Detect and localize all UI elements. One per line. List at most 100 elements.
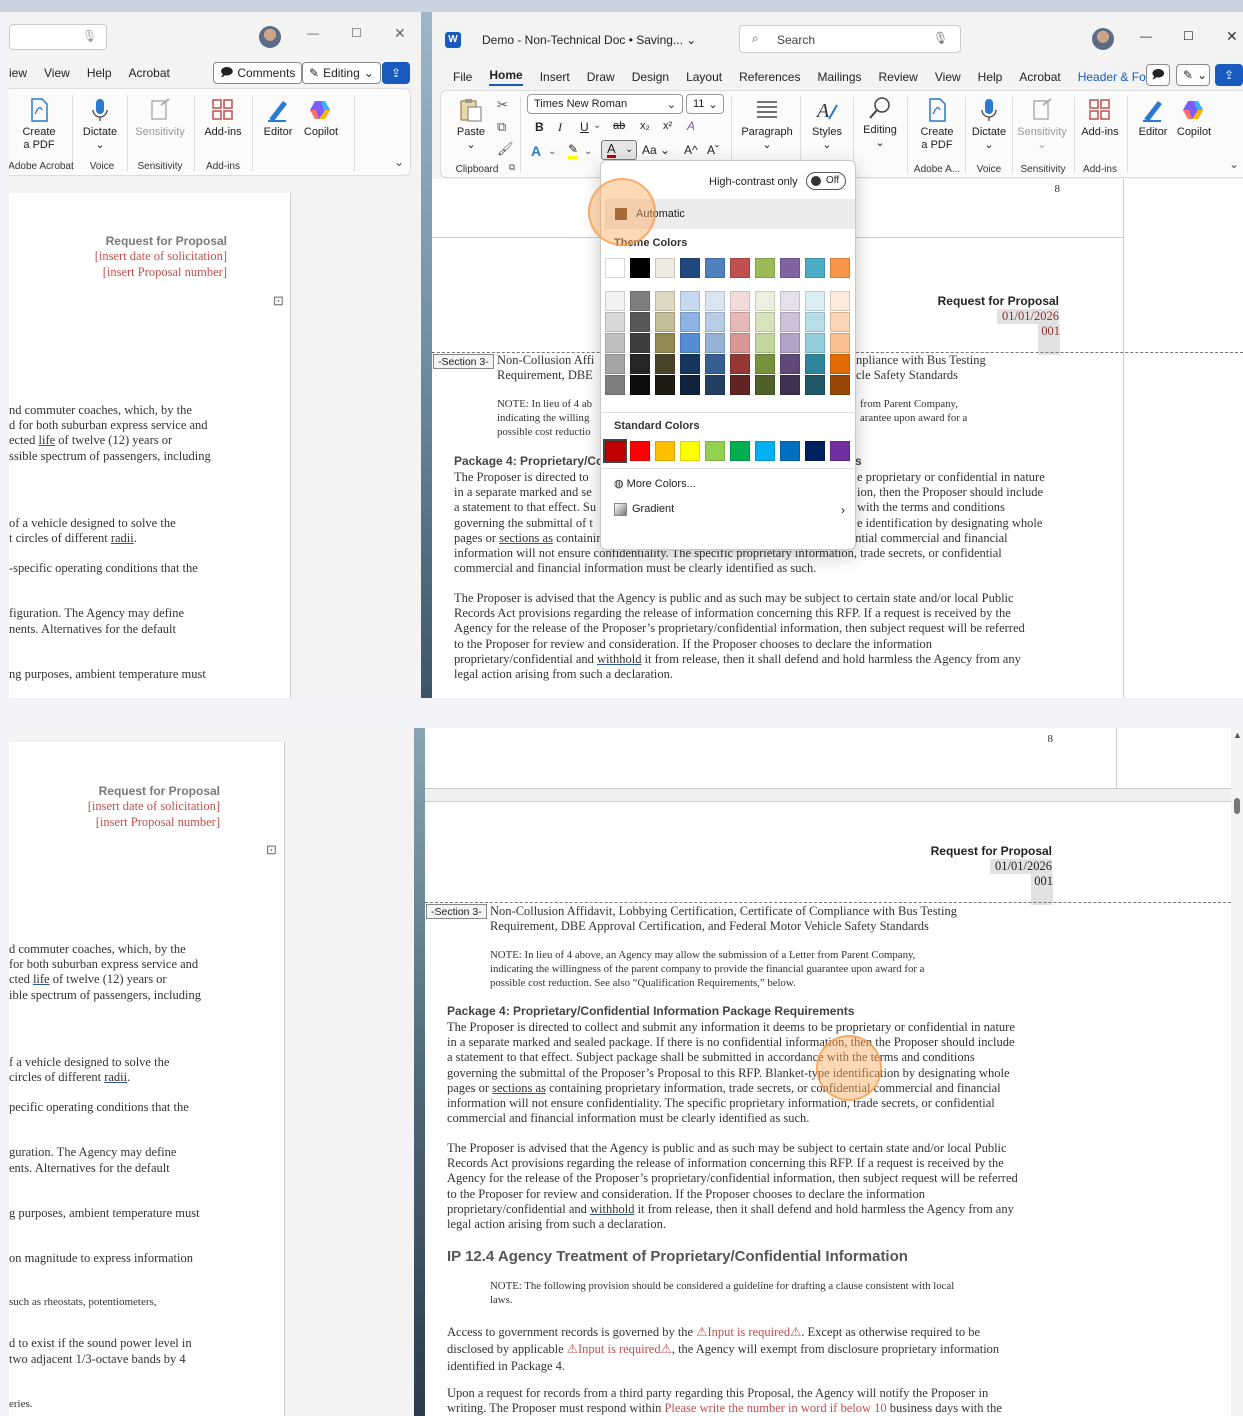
theme-shade-swatch[interactable] [605,333,625,353]
standard-color-swatch[interactable] [730,441,750,461]
standard-color-swatch[interactable] [805,441,825,461]
theme-shade-swatch[interactable] [755,333,775,353]
comments-icon-button[interactable]: 🗩 [1146,64,1170,86]
theme-shade-swatch[interactable] [780,354,800,374]
menu-review[interactable]: Review [879,70,918,84]
shrink-font-button[interactable]: Aˇ [707,143,719,157]
theme-shade-swatch[interactable] [705,354,725,374]
chevron-down-icon[interactable]: ⌄ [548,146,556,157]
theme-color-swatch[interactable] [705,258,725,278]
rfp-number-field[interactable]: 001 [1031,874,1053,905]
editing-mode-button[interactable]: ✎ ⌄ [1176,64,1210,86]
theme-shade-swatch[interactable] [730,312,750,332]
theme-shade-swatch[interactable] [630,312,650,332]
theme-color-swatch[interactable] [730,258,750,278]
bold-button[interactable]: B [535,120,544,134]
theme-shade-swatch[interactable] [605,354,625,374]
menu-view[interactable]: View [935,70,961,84]
search-box[interactable]: ⌕ Search 🎙 [739,25,961,53]
more-colors-option[interactable]: ◍ More Colors... [614,477,696,490]
menu-home[interactable]: Home [489,68,523,86]
editor-button[interactable]: Editor [258,97,298,139]
create-pdf-button[interactable]: Create a PDF [911,97,963,152]
standard-color-swatch[interactable] [630,441,650,461]
close-icon[interactable]: ✕ [1226,28,1238,45]
superscript-button[interactable]: x² [663,120,672,132]
theme-color-swatch[interactable] [630,258,650,278]
standard-color-swatch[interactable] [680,441,700,461]
editing-button[interactable]: Editing ⌄ [857,95,903,150]
avatar[interactable] [1092,28,1114,50]
theme-shade-swatch[interactable] [705,291,725,311]
menu-item[interactable]: iew [9,66,27,80]
subscript-button[interactable]: x₂ [640,120,650,132]
maximize-icon[interactable]: ☐ [351,26,362,40]
italic-button[interactable]: I [558,120,562,135]
input-required-field-1[interactable]: ⚠Input is required⚠ [696,1325,801,1339]
theme-shade-swatch[interactable] [755,312,775,332]
theme-color-swatch[interactable] [680,258,700,278]
theme-shade-swatch[interactable] [680,333,700,353]
menu-item[interactable]: View [44,66,70,80]
theme-shade-swatch[interactable] [655,375,675,395]
theme-shade-swatch[interactable] [805,375,825,395]
dictate-button[interactable]: Dictate ⌄ [78,97,122,152]
chevron-down-icon[interactable]: ⌄ [593,120,601,131]
cut-icon[interactable]: ✂ [497,97,508,113]
theme-shade-swatch[interactable] [730,291,750,311]
menu-references[interactable]: References [739,70,800,84]
comments-button[interactable]: 🗩 Comments [213,62,303,84]
strikethrough-button[interactable]: ab [613,120,625,132]
menu-layout[interactable]: Layout [686,70,722,84]
input-required-field-2[interactable]: ⚠Input is required⚠ [567,1342,672,1356]
copilot-button[interactable]: Copilot [1173,97,1215,139]
dialog-launcher-icon[interactable]: ⧉ [509,162,515,173]
theme-shade-swatch[interactable] [755,291,775,311]
standard-color-swatch[interactable] [705,441,725,461]
styles-button[interactable]: A Styles ⌄ [805,97,849,152]
theme-shade-swatch[interactable] [730,375,750,395]
underline-button[interactable]: U [580,120,589,134]
menu-design[interactable]: Design [632,70,669,84]
sensitivity-button[interactable]: Sensitivity [132,97,188,139]
minimize-icon[interactable]: — [307,26,319,40]
paste-button[interactable]: Paste ⌄ [449,97,493,152]
addins-button[interactable]: Add-ins [200,97,246,139]
theme-shade-swatch[interactable] [830,291,850,311]
theme-shade-swatch[interactable] [680,354,700,374]
window-title[interactable]: Demo - Non-Technical Doc • Saving... ⌄ [482,33,696,47]
share-button[interactable]: ⇪ [382,62,410,84]
theme-shade-swatch[interactable] [605,291,625,311]
theme-shade-swatch[interactable] [805,291,825,311]
font-color-button[interactable]: A ⌄ [601,140,637,160]
theme-shade-swatch[interactable] [705,375,725,395]
theme-shade-swatch[interactable] [705,333,725,353]
theme-shade-swatch[interactable] [655,333,675,353]
theme-shade-swatch[interactable] [805,312,825,332]
theme-shade-swatch[interactable] [780,375,800,395]
theme-shade-swatch[interactable] [755,354,775,374]
theme-color-swatch[interactable] [780,258,800,278]
comment-marker-icon[interactable]: ⊡ [273,293,284,309]
menu-acrobat[interactable]: Acrobat [1019,70,1060,84]
font-name-input[interactable]: Times New Roman ⌄ [527,94,683,114]
chevron-down-icon[interactable]: ⌄ [584,146,592,157]
ribbon-collapse-icon[interactable]: ⌄ [1229,157,1239,171]
theme-color-swatch[interactable] [830,258,850,278]
copilot-button[interactable]: Copilot [300,97,342,139]
format-painter-icon[interactable]: 🖌 [497,141,514,157]
comment-marker-icon[interactable]: ⊡ [266,842,277,858]
theme-shade-swatch[interactable] [630,333,650,353]
theme-color-swatch[interactable] [655,258,675,278]
clear-formatting-button[interactable]: A [687,119,695,133]
text-effects-button[interactable]: A [531,143,541,159]
dictate-button[interactable]: Dictate ⌄ [967,97,1011,152]
theme-color-swatch[interactable] [605,258,625,278]
theme-shade-swatch[interactable] [630,354,650,374]
gradient-option[interactable]: Gradient [614,503,674,516]
theme-shade-swatch[interactable] [680,312,700,332]
rfp-number-field[interactable]: 001 [1038,324,1060,355]
maximize-icon[interactable]: ☐ [1183,29,1194,43]
paragraph-button[interactable]: Paragraph ⌄ [739,97,795,152]
standard-color-swatch[interactable] [603,439,627,463]
